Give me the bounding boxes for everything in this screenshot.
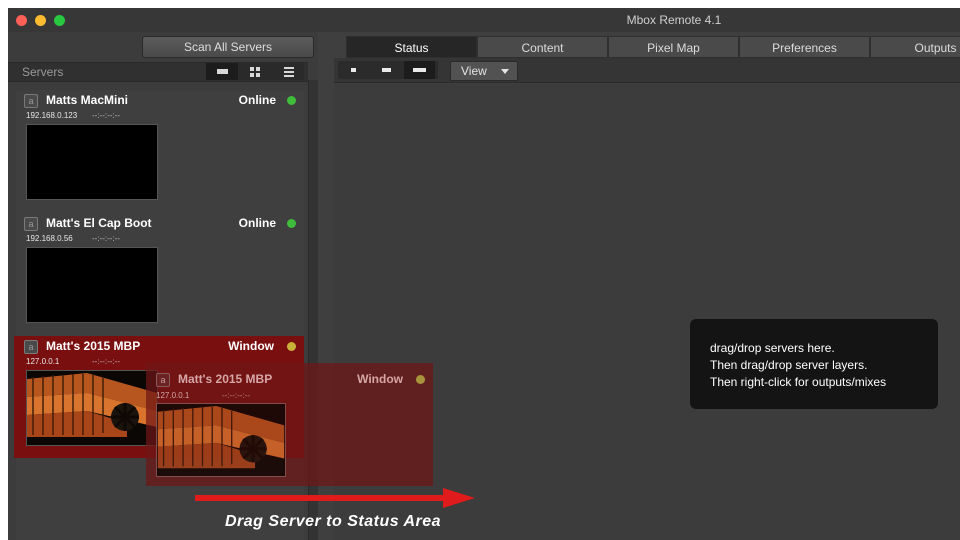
scan-all-servers-button[interactable]: Scan All Servers [142, 36, 314, 58]
grid-view-icon[interactable] [239, 63, 271, 80]
tab-status[interactable]: Status [346, 36, 477, 58]
tab-pixel-map[interactable]: Pixel Map [608, 36, 739, 58]
server-card[interactable]: a Matts MacMini 192.168.0.123 --:--:--:-… [16, 90, 304, 208]
chevron-down-icon [501, 69, 509, 74]
small-layout-icon[interactable] [338, 61, 369, 79]
status-toolbar: View [334, 58, 960, 83]
hint-line: Then drag/drop server layers. [710, 358, 868, 372]
server-app-icon: a [24, 94, 38, 108]
tab-preferences[interactable]: Preferences [739, 36, 870, 58]
ghost-server-ip: 127.0.0.1 [156, 391, 190, 400]
layout-size-toggle [338, 61, 438, 79]
window-title: Mbox Remote 4.1 [626, 13, 722, 27]
server-view-toggle [206, 63, 304, 80]
server-ip: 127.0.0.1 [26, 357, 60, 366]
title-bar: Mbox Remote 4.1 [8, 8, 960, 32]
detail-view-icon[interactable] [272, 63, 304, 80]
hint-line: drag/drop servers here. [710, 341, 835, 355]
tab-bar: Status Content Pixel Map Preferences Out… [346, 36, 960, 58]
server-app-icon: a [156, 373, 170, 387]
server-app-icon: a [24, 340, 38, 354]
tab-content[interactable]: Content [477, 36, 608, 58]
status-indicator-icon [287, 96, 296, 105]
servers-label: Servers [22, 65, 64, 79]
status-indicator-icon [287, 219, 296, 228]
server-name: Matts MacMini [46, 93, 129, 107]
server-app-icon: a [24, 217, 38, 231]
server-ip: 192.168.0.123 [26, 111, 78, 120]
server-status: Online [238, 216, 276, 230]
server-timecode: --:--:--:-- [92, 111, 120, 120]
app-window: Mbox Remote 4.1 Scan All Servers Servers [8, 8, 960, 540]
server-timecode: --:--:--:-- [92, 234, 120, 243]
status-indicator-icon [287, 342, 296, 351]
status-indicator-icon [416, 375, 425, 384]
view-menu-label: View [461, 64, 487, 78]
server-card[interactable]: a Matt's El Cap Boot 192.168.0.56 --:--:… [16, 213, 304, 331]
view-menu-button[interactable]: View [450, 61, 518, 81]
ghost-server-name: Matt's 2015 MBP [178, 372, 273, 386]
server-thumbnail [26, 247, 158, 323]
medium-layout-icon[interactable] [371, 61, 402, 79]
servers-header: Servers [8, 62, 308, 82]
server-thumbnail [26, 370, 158, 446]
drag-instruction-caption: Drag Server to Status Area [225, 513, 442, 530]
drop-hint-box: drag/drop servers here. Then drag/drop s… [690, 319, 938, 409]
server-name: Matt's El Cap Boot [46, 216, 152, 230]
ghost-server-timecode: --:--:--:-- [222, 391, 250, 400]
server-thumbnail [26, 124, 158, 200]
list-view-icon[interactable] [206, 63, 238, 80]
tab-outputs[interactable]: Outputs [870, 36, 960, 58]
ghost-thumbnail [156, 403, 286, 477]
drag-arrow-icon [195, 488, 475, 508]
server-timecode: --:--:--:-- [92, 357, 120, 366]
server-name: Matt's 2015 MBP [46, 339, 141, 353]
server-status: Online [238, 93, 276, 107]
ghost-server-status: Window [357, 372, 403, 386]
dragged-server-ghost: a Matt's 2015 MBP 127.0.0.1 --:--:--:-- … [146, 363, 433, 486]
server-ip: 192.168.0.56 [26, 234, 73, 243]
render-preview-image [157, 404, 285, 476]
large-layout-icon[interactable] [404, 61, 435, 79]
server-status: Window [228, 339, 274, 353]
hint-line: Then right-click for outputs/mixes [710, 375, 887, 389]
render-preview-image [27, 371, 157, 445]
